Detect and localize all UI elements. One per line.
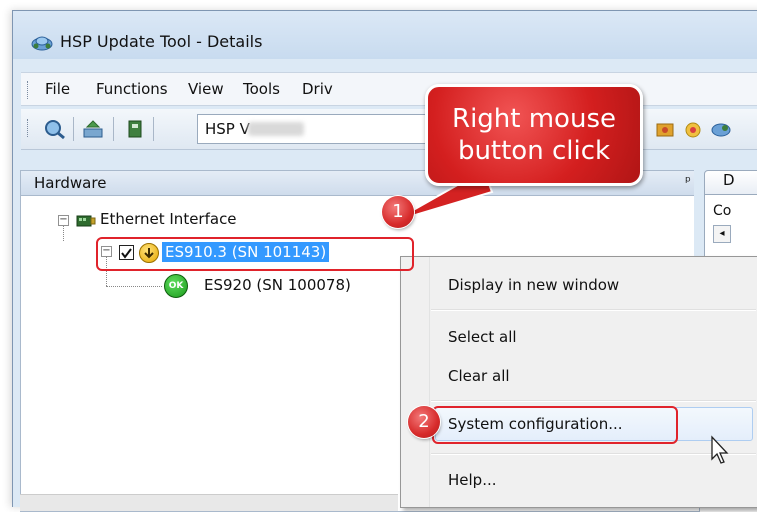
firmware-icon[interactable] xyxy=(123,118,147,140)
menu-tools[interactable]: Tools xyxy=(243,80,280,98)
details-content-label: Co xyxy=(713,203,732,219)
highlight-es910 xyxy=(96,237,414,271)
tree-item-ethernet-interface[interactable]: Ethernet Interface xyxy=(100,210,237,228)
mouse-cursor-icon xyxy=(711,435,729,464)
scroll-left-icon[interactable]: ◂ xyxy=(713,225,731,243)
menu-select-all[interactable]: Select all xyxy=(448,328,517,346)
menu-help[interactable]: Help... xyxy=(448,471,497,489)
horizontal-scrollbar[interactable] xyxy=(20,494,398,511)
hardware-panel-title: Hardware xyxy=(34,174,107,192)
menu-separator xyxy=(431,453,756,455)
tree-expander-root[interactable]: − xyxy=(58,215,69,226)
toolbar-separator xyxy=(153,117,154,141)
context-menu-gutter xyxy=(429,257,430,507)
update-icon[interactable] xyxy=(81,118,105,140)
tool-icon-a[interactable] xyxy=(653,118,677,140)
menu-bar: File Functions View Tools Driv xyxy=(21,72,757,106)
context-menu: Display in new window Select all Clear a… xyxy=(400,256,757,508)
menu-clear-all[interactable]: Clear all xyxy=(448,367,510,385)
callout-bubble: Right mouse button click xyxy=(425,84,643,186)
title-bar[interactable]: HSP Update Tool - Details xyxy=(13,11,757,59)
tool-icon-b[interactable] xyxy=(681,118,705,140)
menu-file[interactable]: File xyxy=(45,80,70,98)
toolbar-separator xyxy=(73,117,74,141)
menu-separator xyxy=(431,309,756,311)
callout-line-2: button click xyxy=(457,136,611,166)
tree-item-es920[interactable]: ES920 (SN 100078) xyxy=(204,276,351,294)
version-label: HSP V xyxy=(205,120,250,138)
menu-view[interactable]: View xyxy=(188,80,224,98)
menu-display-new-window[interactable]: Display in new window xyxy=(448,276,619,294)
menu-separator xyxy=(431,400,756,402)
tree-connector xyxy=(63,224,64,241)
search-hardware-icon[interactable] xyxy=(43,118,67,140)
step-badge-2: 2 xyxy=(408,406,440,438)
step-badge-1: 1 xyxy=(382,196,414,228)
ethernet-interface-icon xyxy=(76,215,96,227)
app-icon xyxy=(31,36,53,51)
menu-grip[interactable] xyxy=(27,81,30,99)
window-title: HSP Update Tool - Details xyxy=(60,32,263,51)
highlight-system-configuration xyxy=(432,406,678,444)
menu-functions[interactable]: Functions xyxy=(96,80,168,98)
menu-drivers[interactable]: Driv xyxy=(302,80,333,98)
toolbar: HSP V xyxy=(21,109,757,150)
tree-connector xyxy=(106,286,162,287)
version-field[interactable]: HSP V xyxy=(197,114,439,144)
toolbar-grip[interactable] xyxy=(27,119,30,137)
ok-status-icon: OK xyxy=(164,274,188,298)
redacted-version xyxy=(248,122,304,136)
tab-details[interactable]: D xyxy=(704,170,757,194)
pin-icon[interactable]: ᵖ xyxy=(685,174,691,190)
tool-icon-c[interactable] xyxy=(709,118,733,140)
toolbar-separator xyxy=(113,117,114,141)
callout-line-1: Right mouse xyxy=(452,104,616,134)
tab-details-label: D xyxy=(723,171,735,189)
